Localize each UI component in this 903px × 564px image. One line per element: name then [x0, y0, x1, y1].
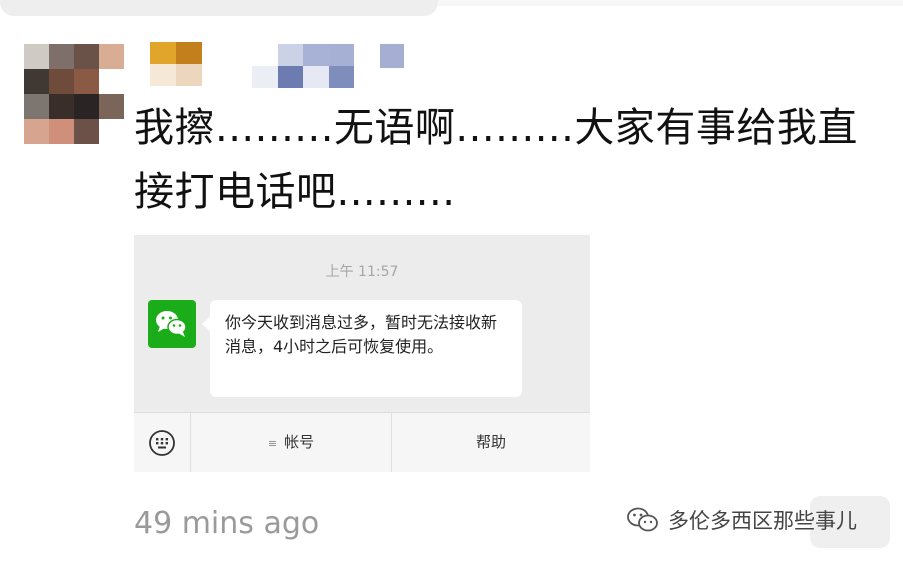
menu-item-help[interactable]: 帮助: [392, 413, 590, 472]
service-menu-bar: ≡ 帐号 帮助: [134, 412, 590, 472]
username-blurred-tail: [252, 44, 380, 88]
system-message-text: 你今天收到消息过多，暂时无法接收新消息，4小时之后可恢复使用。: [225, 313, 498, 356]
menu-list-icon: ≡: [267, 437, 278, 450]
post-text: 我擦.........无语啊.........大家有事给我直接打电话吧.....…: [134, 105, 858, 215]
message-timestamp: 上午 11:57: [325, 264, 399, 280]
keyboard-toggle-button[interactable]: [134, 413, 190, 472]
menu-item-account[interactable]: ≡ 帐号: [191, 413, 391, 472]
top-divider: [0, 0, 438, 16]
wechat-logo-icon: [627, 507, 658, 532]
wechat-logo-icon: [148, 300, 196, 348]
system-message-bubble: 你今天收到消息过多，暂时无法接收新消息，4小时之后可恢复使用。: [202, 300, 522, 397]
username-blurred[interactable]: [150, 42, 202, 86]
embedded-wechat-screenshot: 上午 11:57 你今天收到消息过多，暂时无法接收新消息，4小时之后可恢复使用。: [134, 235, 590, 472]
keyboard-icon: [149, 430, 175, 456]
username-blurred-dot: [380, 44, 404, 68]
post-time: 49 mins ago: [134, 506, 320, 541]
top-strip: [438, 0, 903, 6]
source-watermark: 多伦多西区那些事儿: [626, 505, 857, 535]
avatar[interactable]: [24, 44, 124, 144]
watermark-text: 多伦多西区那些事儿: [668, 509, 857, 533]
menu-item-help-label: 帮助: [475, 433, 506, 451]
menu-item-account-label: 帐号: [284, 433, 315, 451]
